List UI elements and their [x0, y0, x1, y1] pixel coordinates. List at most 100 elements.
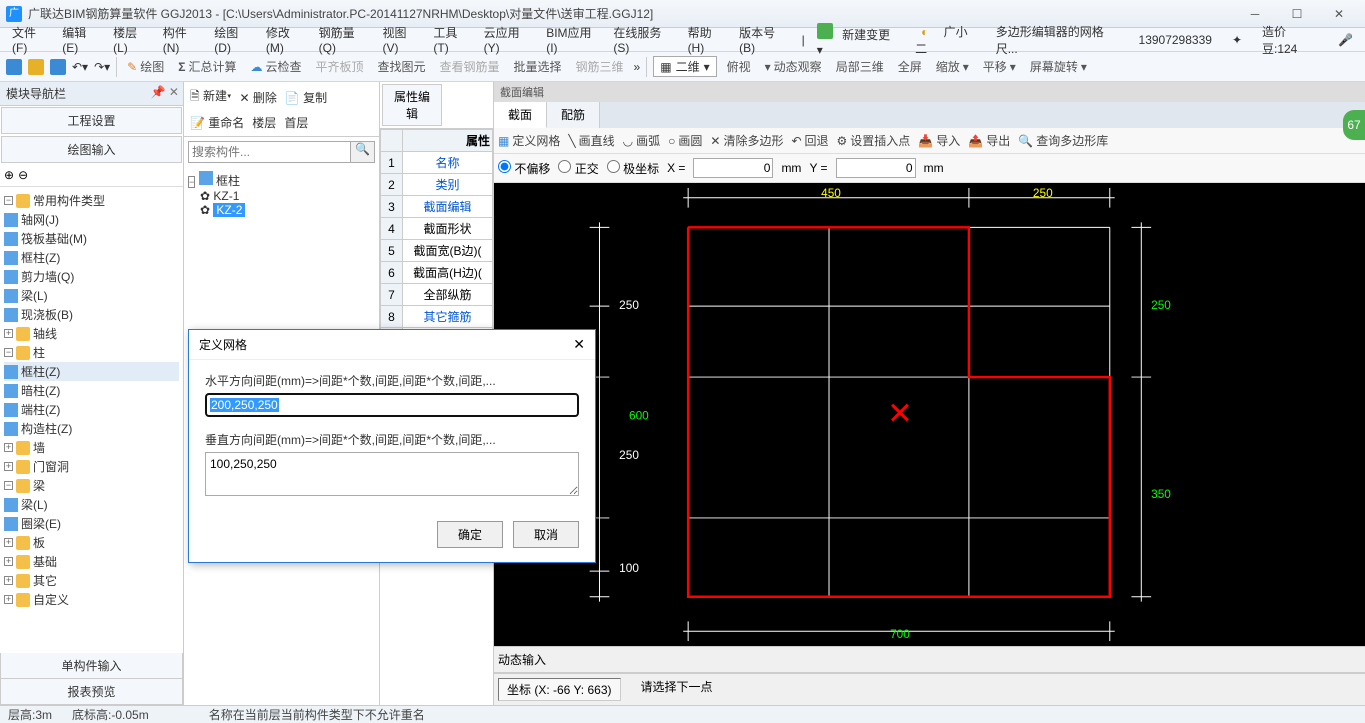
bird-button[interactable]: 俯视 — [723, 56, 755, 77]
prompt-text: 请选择下一点 — [641, 678, 713, 701]
zoom-button[interactable]: 缩放 ▾ — [932, 56, 973, 77]
folder-icon — [16, 194, 30, 208]
local3d-button[interactable]: 局部三维 — [832, 56, 888, 77]
save-icon[interactable] — [50, 59, 66, 75]
status-msg: 名称在当前层当前构件类型下不允许重名 — [209, 706, 425, 723]
menu-draw[interactable]: 绘图(D) — [208, 22, 260, 57]
batch-button[interactable]: 批量选择 — [510, 56, 566, 77]
hint-text: 多边形编辑器的网格尺... — [990, 21, 1125, 59]
dyn-button[interactable]: ▾ 动态观察 — [761, 56, 826, 77]
app-icon: 广 — [6, 6, 22, 22]
undo-icon[interactable]: ↶▾ — [72, 60, 88, 74]
svg-text:250: 250 — [619, 298, 639, 312]
floor-height-label: 层高:3m — [8, 706, 52, 723]
new-change-button[interactable]: 新建变更 ▾ — [811, 21, 909, 59]
phone-label: 13907298339 — [1133, 31, 1218, 49]
nav-project-settings[interactable]: 工程设置 — [1, 107, 182, 134]
search-icon[interactable]: 🔍 — [351, 141, 375, 163]
menu-view[interactable]: 视图(V) — [377, 22, 428, 57]
grid-icon — [4, 213, 18, 227]
mic-icon[interactable]: 🎤 — [1332, 31, 1359, 49]
line-button[interactable]: ╲ 画直线 — [568, 132, 614, 149]
prop-tab[interactable]: 属性编辑 — [382, 84, 442, 126]
menu-component[interactable]: 构件(N) — [157, 22, 209, 57]
rename-button[interactable]: 📝 重命名 — [188, 113, 246, 132]
menu-modify[interactable]: 修改(M) — [260, 22, 313, 57]
view-mode-combo[interactable]: ▦二维▾ — [653, 56, 716, 77]
user-button[interactable]: ◐ 广小二 — [909, 21, 990, 59]
search-input[interactable] — [188, 141, 351, 163]
coord-display: 坐标 (X: -66 Y: 663) — [498, 678, 621, 701]
menu-bim[interactable]: BIM应用(I) — [540, 22, 607, 57]
nav-report[interactable]: 报表预览 — [0, 679, 183, 705]
drawing-canvas[interactable]: 450 250 250 250 100 600 250 350 700 — [494, 183, 1365, 646]
svg-text:250: 250 — [1151, 298, 1171, 312]
dialog-title: 定义网格 — [199, 336, 247, 353]
menu-online[interactable]: 在线服务(S) — [607, 22, 681, 57]
window-title: 广联达BIM钢筋算量软件 GGJ2013 - [C:\Users\Adminis… — [28, 5, 1235, 22]
menu-help[interactable]: 帮助(H) — [682, 22, 734, 57]
cancel-button[interactable]: 取消 — [513, 521, 579, 548]
steel-button[interactable]: 查看钢筋量 — [436, 56, 504, 77]
add-icon[interactable]: ⊕ — [4, 168, 14, 182]
opt-ortho[interactable]: 正交 — [558, 160, 598, 177]
svg-text:250: 250 — [619, 448, 639, 462]
opt-nooffset[interactable]: 不偏移 — [498, 160, 550, 177]
draw-button[interactable]: ✎绘图 — [123, 56, 168, 77]
export-button[interactable]: 📤 导出 — [968, 132, 1010, 149]
clear-poly-button[interactable]: ✕ 清除多边形 — [710, 132, 783, 149]
sum-button[interactable]: Σ 汇总计算 — [174, 56, 240, 77]
pin-icon[interactable]: 📌 ✕ — [151, 85, 179, 99]
nav-single-input[interactable]: 单构件输入 — [0, 653, 183, 679]
s3d-button[interactable]: 钢筋三维 — [572, 56, 628, 77]
dialog-close-icon[interactable]: ✕ — [573, 336, 585, 353]
wall-icon — [4, 270, 18, 284]
y-input[interactable] — [836, 158, 916, 178]
open-icon[interactable] — [28, 59, 44, 75]
define-grid-button[interactable]: ▦定义网格 — [498, 132, 560, 149]
rotate-button[interactable]: 屏幕旋转 ▾ — [1026, 56, 1091, 77]
cloud-check-button[interactable]: ☁云检查 — [246, 56, 305, 77]
flat-button[interactable]: 平齐板顶 — [311, 56, 367, 77]
menu-floor[interactable]: 楼层(L) — [107, 22, 157, 57]
pan-button[interactable]: 平移 ▾ — [979, 56, 1020, 77]
remove-icon[interactable]: ⊖ — [18, 168, 28, 182]
bottom-elev-label: 底标高:-0.05m — [72, 706, 149, 723]
tab-section[interactable]: 截面 — [494, 102, 547, 128]
undo-button[interactable]: ↶ 回退 — [791, 132, 828, 149]
define-grid-dialog: 定义网格 ✕ 水平方向间距(mm)=>间距*个数,间距,间距*个数,间距,...… — [188, 329, 596, 563]
selected-component[interactable]: KZ-2 — [213, 203, 245, 217]
new-button[interactable]: 🗎 新建▾ — [188, 86, 233, 109]
arc-button[interactable]: ◡ 画弧 — [623, 132, 661, 149]
circle-button[interactable]: ○ 画圆 — [668, 132, 702, 149]
find-button[interactable]: 查找图元 — [373, 56, 429, 77]
svg-text:100: 100 — [619, 561, 639, 575]
notification-bubble[interactable]: 67 — [1343, 110, 1365, 140]
ok-button[interactable]: 确定 — [437, 521, 503, 548]
floor-button[interactable]: 楼层 — [250, 113, 278, 132]
query-lib-button[interactable]: 🔍 查询多边形库 — [1018, 132, 1108, 149]
svg-text:350: 350 — [1151, 487, 1171, 501]
menu-rebar[interactable]: 钢筋量(Q) — [313, 22, 377, 57]
import-button[interactable]: 📥 导入 — [918, 132, 960, 149]
opt-polar[interactable]: 极坐标 — [607, 160, 659, 177]
menu-cloud[interactable]: 云应用(Y) — [478, 22, 541, 57]
new-icon[interactable] — [6, 59, 22, 75]
menu-edit[interactable]: 编辑(E) — [56, 22, 107, 57]
full-button[interactable]: 全屏 — [894, 56, 926, 77]
insert-point-button[interactable]: ⚙ 设置插入点 — [837, 132, 911, 149]
delete-button[interactable]: ✕ 删除 — [237, 88, 278, 107]
nav-draw-input[interactable]: 绘图输入 — [1, 136, 182, 163]
x-input[interactable] — [693, 158, 773, 178]
menu-tool[interactable]: 工具(T) — [427, 22, 477, 57]
h-spacing-input[interactable] — [205, 393, 579, 417]
first-floor-button[interactable]: 首层 — [282, 113, 310, 132]
raft-icon — [4, 232, 18, 246]
copy-button[interactable]: 📄 复制 — [283, 88, 329, 107]
tab-rebar[interactable]: 配筋 — [547, 102, 600, 128]
v-spacing-input[interactable]: 100,250,250 — [205, 452, 579, 496]
menu-version[interactable]: 版本号(B) — [733, 22, 796, 57]
menu-file[interactable]: 文件(F) — [6, 22, 56, 57]
svg-text:600: 600 — [629, 408, 649, 422]
redo-icon[interactable]: ↷▾ — [94, 60, 110, 74]
